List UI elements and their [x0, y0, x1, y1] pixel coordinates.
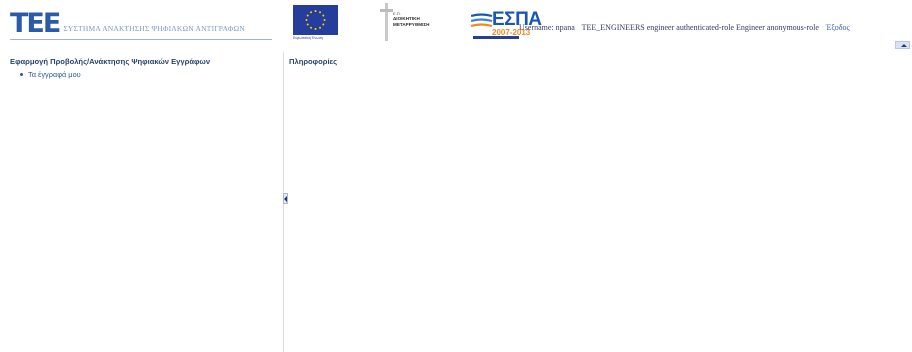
tee-logo-mark: ΤΕΕ	[10, 8, 61, 39]
west-panel-title: Εφαρμογή Προβολής/Ανάκτησης Ψηφιακών Εγγ…	[10, 57, 211, 66]
collapse-header-button[interactable]	[895, 41, 910, 49]
tower-icon	[380, 3, 393, 41]
eu-caption: Ευρωπαϊκή Ένωση	[293, 36, 324, 40]
tee-logo-tagline: ΣΥΣΤΗΜΑ ΑΝΑΚΤΗΣΗΣ ΨΗΦΙΑΚΩΝ ΑΝΤΙΓΡΑΦΩΝ	[63, 24, 245, 33]
admin-logo-text: ΔΙΟΙΚΗΤΙΚΗ ΜΕΤΑΡΡΥΘΜΙΣΗ	[393, 16, 430, 27]
tee-logo: ΤΕΕ ΣΥΣΤΗΜΑ ΑΝΑΚΤΗΣΗΣ ΨΗΦΙΑΚΩΝ ΑΝΤΙΓΡΑΦΩ…	[10, 8, 245, 39]
west-panel: Εφαρμογή Προβολής/Ανάκτησης Ψηφιακών Εγγ…	[0, 52, 284, 352]
logo-underline	[10, 39, 272, 40]
eu-logo: Ευρωπαϊκή Ένωση	[293, 5, 338, 43]
user-info-bar: Username: npana TEE_ENGINEERS engineer a…	[519, 23, 855, 32]
nav-item-label[interactable]: Τα έγγραφά μου	[28, 70, 81, 79]
user-roles: TEE_ENGINEERS engineer authenticated-rol…	[581, 23, 819, 32]
logout-link[interactable]: Έξοδος	[826, 23, 850, 32]
bullet-icon	[20, 73, 23, 76]
center-panel-title: Πληροφορίες	[289, 57, 338, 66]
eu-flag-icon	[293, 5, 338, 35]
espa-swoosh-icon	[471, 13, 493, 28]
header: ΤΕΕ ΣΥΣΤΗΜΑ ΑΝΑΚΤΗΣΗΣ ΨΗΦΙΑΚΩΝ ΑΝΤΙΓΡΑΦΩ…	[0, 0, 912, 52]
nav-list: Τα έγγραφά μου	[20, 70, 81, 79]
nav-item-my-documents[interactable]: Τα έγγραφά μου	[20, 70, 81, 79]
username-label: Username: npana	[519, 23, 575, 32]
center-panel: Πληροφορίες	[285, 52, 912, 352]
admin-reform-logo: Ε.Π. ΔΙΟΙΚΗΤΙΚΗ ΜΕΤΑΡΡΥΘΜΙΣΗ	[379, 3, 459, 43]
